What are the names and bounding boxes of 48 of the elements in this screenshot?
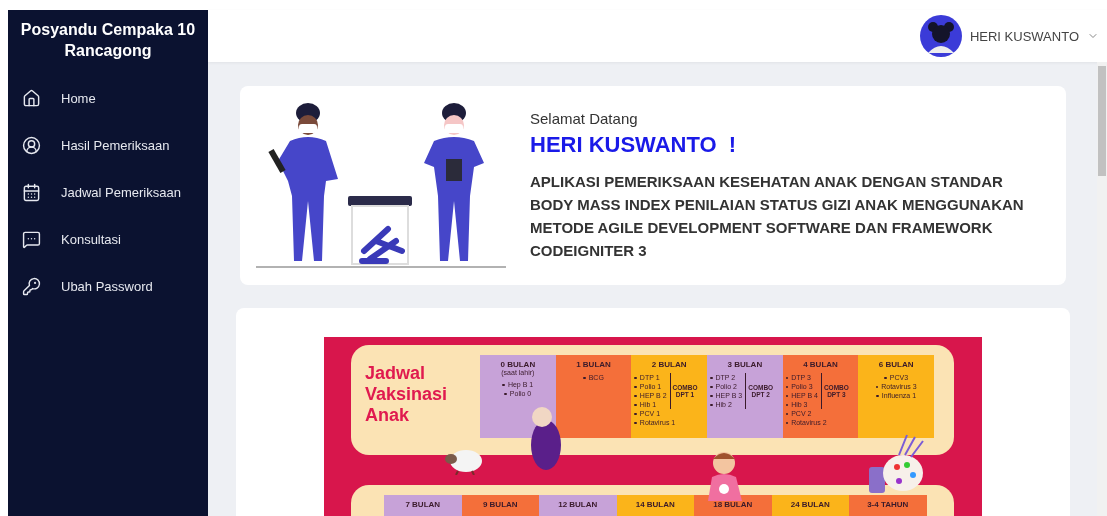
age-label: 24 BULAN [789, 500, 831, 509]
age-label: 7 BULAN [404, 500, 442, 509]
bullet-icon [710, 376, 713, 380]
sheep-drawing [442, 447, 484, 475]
nav-item[interactable]: Konsultasi [8, 216, 208, 263]
bullet-icon [710, 403, 713, 407]
user-name-heading: HERI KUSWANTO ! [530, 131, 738, 158]
age-label: 3 BULAN [726, 360, 764, 369]
bullet-icon [634, 403, 637, 407]
bullet-icon [634, 376, 637, 380]
nav-item[interactable]: Home [8, 75, 208, 122]
age-label: 0 BULAN [499, 360, 537, 369]
app-description: APLIKASI PEMERIKSAAN KESEHATAN ANAK DENGAN STANDAR BODY MASS INDEX PENILAIAN STATUS GIZI ANAK MENGGUNAKAN METODE AGILE DEVELOPMENT SOFTWARE DAN FRAMEWORK CODEIGNITER 3 [530, 171, 1025, 261]
chat-icon [22, 230, 41, 249]
avatar[interactable] [919, 15, 962, 57]
nav-item[interactable]: Ubah Password [8, 263, 208, 310]
greeting: Selamat Datang [530, 109, 639, 127]
bullet-icon [634, 421, 637, 425]
age-label: 18 BULAN [712, 500, 754, 509]
age-label: 2 BULAN [650, 360, 688, 369]
age-label: 1 BULAN [575, 360, 612, 369]
age-label: 6 BULAN [877, 360, 915, 369]
poster-title: Jadwal Vaksinasi Anak [364, 362, 449, 426]
baby-drawing [528, 405, 564, 471]
bullet-icon [634, 385, 637, 389]
bullet-icon [884, 376, 887, 380]
app-title: Posyandu Cempaka 10 Rancagong [19, 20, 197, 61]
nav-item[interactable]: Jadwal Pemeriksaan [8, 169, 208, 216]
bullet-icon [876, 394, 879, 398]
user-icon [22, 136, 41, 155]
age-label: 12 BULAN [557, 500, 599, 509]
home-icon [22, 89, 41, 108]
bullet-icon [710, 385, 713, 389]
nav-item[interactable]: Hasil Pemeriksaan [8, 122, 208, 169]
age-label: 4 BULAN [802, 360, 839, 369]
key-icon [22, 277, 41, 296]
paint-palette-drawing [869, 433, 925, 495]
bullet-icon [710, 394, 713, 398]
age-label: 14 BULAN [634, 500, 676, 509]
bullet-icon [502, 383, 505, 387]
age-label: 3-4 TAHUN [866, 500, 910, 509]
bullet-icon [504, 392, 507, 396]
calendar-icon [22, 183, 41, 202]
bullet-icon [583, 376, 586, 380]
user-name[interactable]: HERI KUSWANTO [969, 28, 1079, 44]
age-label: 9 BULAN [481, 500, 519, 509]
bullet-icon [634, 394, 637, 398]
bullet-icon [634, 412, 637, 416]
